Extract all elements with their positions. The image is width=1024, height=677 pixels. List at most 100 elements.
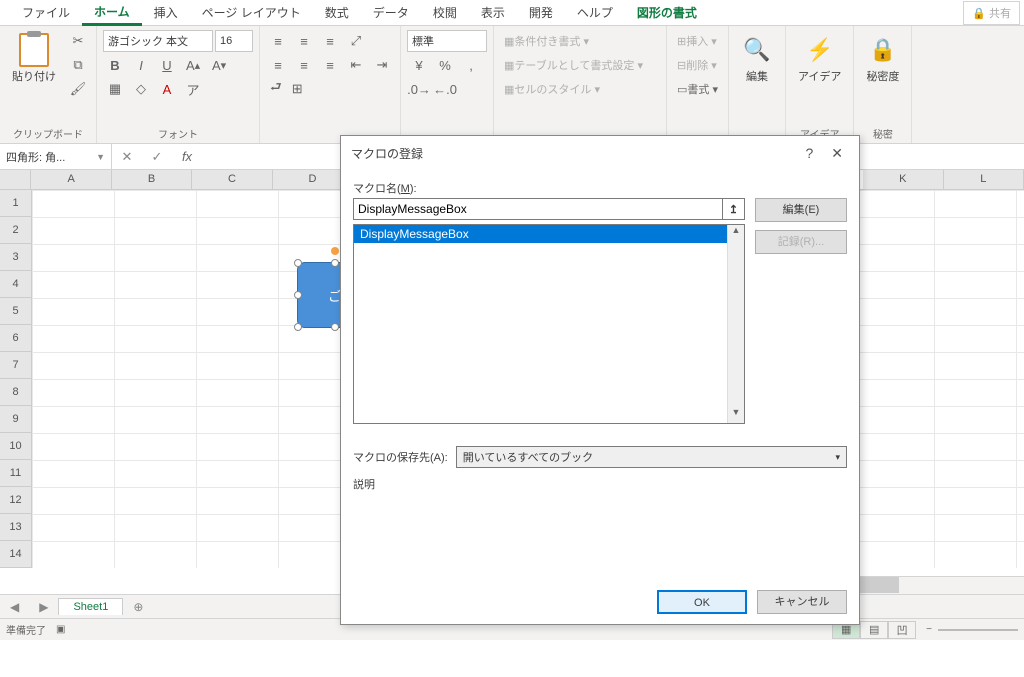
decrease-font-button[interactable]: A▾ [207, 54, 231, 76]
paste-button[interactable]: 貼り付け [6, 30, 62, 88]
row-header-8[interactable]: 8 [0, 379, 32, 406]
macro-list-item-selected[interactable]: DisplayMessageBox [354, 225, 744, 243]
increase-decimal-button[interactable]: .0→ [407, 78, 431, 100]
font-name-combo[interactable]: 游ゴシック 本文 [103, 30, 213, 52]
resize-handle-sw[interactable] [294, 323, 302, 331]
col-header-L[interactable]: L [944, 170, 1024, 190]
sheet-nav-next[interactable]: ▶ [29, 600, 58, 614]
row-header-2[interactable]: 2 [0, 217, 32, 244]
macro-name-input[interactable] [353, 198, 723, 220]
ideas-button[interactable]: ⚡ アイデア [792, 30, 847, 88]
find-select-button[interactable]: 🔍 編集 [735, 30, 779, 88]
row-header-14[interactable]: 14 [0, 541, 32, 568]
cancel-formula-button[interactable]: ✕ [112, 149, 142, 165]
rotation-handle[interactable] [331, 247, 339, 255]
number-format-combo[interactable]: 標準 [407, 30, 487, 52]
align-top-button[interactable]: ≡ [266, 30, 290, 52]
share-button[interactable]: 🔒 共有 [963, 1, 1020, 25]
select-all-corner[interactable] [0, 170, 31, 190]
col-header-A[interactable]: A [31, 170, 111, 190]
merge-button[interactable]: ⊞ [288, 78, 307, 100]
macro-store-combo[interactable]: 開いているすべてのブック ▾ [456, 446, 847, 468]
view-page-break-button[interactable]: 凹 [888, 621, 916, 639]
zoom-out-button[interactable]: − [926, 624, 932, 635]
borders-button[interactable]: ▦ [103, 78, 127, 100]
macro-record-icon[interactable]: ▣ [56, 624, 65, 635]
row-header-3[interactable]: 3 [0, 244, 32, 271]
increase-indent-button[interactable]: ⇥ [370, 54, 394, 76]
row-header-6[interactable]: 6 [0, 325, 32, 352]
collapse-dialog-button[interactable]: ↥ [723, 198, 745, 220]
align-center-button[interactable]: ≡ [292, 54, 316, 76]
tab-developer[interactable]: 開発 [517, 1, 565, 24]
fx-button[interactable]: fx [172, 149, 202, 164]
align-right-button[interactable]: ≡ [318, 54, 342, 76]
row-header-5[interactable]: 5 [0, 298, 32, 325]
name-box[interactable]: 四角形: 角... ▼ [0, 144, 112, 169]
sheet-tab-sheet1[interactable]: Sheet1 [58, 598, 123, 615]
zoom-slider[interactable] [938, 629, 1018, 631]
format-painter-button[interactable]: 🖌 [66, 78, 90, 100]
orientation-button[interactable]: ⤢ [344, 30, 368, 52]
resize-handle-nw[interactable] [294, 259, 302, 267]
macro-list[interactable]: DisplayMessageBox ▲ ▼ [353, 224, 745, 424]
tab-page-layout[interactable]: ページ レイアウト [190, 1, 313, 24]
tab-shape-format[interactable]: 図形の書式 [625, 1, 709, 24]
tab-file[interactable]: ファイル [10, 1, 82, 24]
tab-review[interactable]: 校閲 [421, 1, 469, 24]
font-color-button[interactable]: A [155, 78, 179, 100]
sheet-nav-prev[interactable]: ◀ [0, 600, 29, 614]
align-middle-button[interactable]: ≡ [292, 30, 316, 52]
dialog-help-button[interactable]: ? [793, 145, 825, 161]
row-header-7[interactable]: 7 [0, 352, 32, 379]
align-left-button[interactable]: ≡ [266, 54, 290, 76]
underline-button[interactable]: U [155, 54, 179, 76]
dialog-close-button[interactable]: ✕ [825, 145, 849, 162]
add-sheet-button[interactable]: ⊕ [123, 600, 153, 614]
italic-button[interactable]: I [129, 54, 153, 76]
decrease-decimal-button[interactable]: ←.0 [433, 78, 457, 100]
comma-button[interactable]: , [459, 54, 483, 76]
resize-handle-s[interactable] [331, 323, 339, 331]
font-size-combo[interactable]: 16 [215, 30, 253, 52]
insert-cells-button[interactable]: ⊞ 挿入 ▾ [673, 30, 721, 52]
tab-view[interactable]: 表示 [469, 1, 517, 24]
tab-formulas[interactable]: 数式 [313, 1, 361, 24]
accounting-button[interactable]: ¥ [407, 54, 431, 76]
wrap-text-button[interactable]: ⮐ [266, 78, 286, 100]
fill-color-button[interactable]: ◇ [129, 78, 153, 100]
scroll-up-icon[interactable]: ▲ [728, 225, 744, 241]
record-macro-button[interactable]: 記録(R)... [755, 230, 847, 254]
row-header-9[interactable]: 9 [0, 406, 32, 433]
row-header-1[interactable]: 1 [0, 190, 32, 217]
row-header-13[interactable]: 13 [0, 514, 32, 541]
edit-macro-button[interactable]: 編集(E) [755, 198, 847, 222]
align-bottom-button[interactable]: ≡ [318, 30, 342, 52]
tab-insert[interactable]: 挿入 [142, 1, 190, 24]
col-header-C[interactable]: C [192, 170, 272, 190]
phonetic-button[interactable]: ア [181, 78, 205, 100]
macro-list-scrollbar[interactable]: ▲ ▼ [727, 225, 744, 423]
cut-button[interactable]: ✂ [66, 30, 90, 52]
copy-button[interactable]: ⧉ [66, 54, 90, 76]
dialog-titlebar[interactable]: マクロの登録 ? ✕ [341, 136, 859, 170]
bold-button[interactable]: B [103, 54, 127, 76]
conditional-format-button[interactable]: ▦ 条件付き書式 ▾ [500, 30, 660, 52]
increase-font-button[interactable]: A▴ [181, 54, 205, 76]
ok-button[interactable]: OK [657, 590, 747, 614]
scroll-down-icon[interactable]: ▼ [728, 407, 744, 423]
col-header-B[interactable]: B [112, 170, 192, 190]
view-page-layout-button[interactable]: ▤ [860, 621, 888, 639]
format-cells-button[interactable]: ▭ 書式 ▾ [673, 78, 722, 100]
percent-button[interactable]: % [433, 54, 457, 76]
row-header-4[interactable]: 4 [0, 271, 32, 298]
resize-handle-n[interactable] [331, 259, 339, 267]
format-as-table-button[interactable]: ▦ テーブルとして書式設定 ▾ [500, 54, 660, 76]
decrease-indent-button[interactable]: ⇤ [344, 54, 368, 76]
cell-styles-button[interactable]: ▦ セルのスタイル ▾ [500, 78, 660, 100]
row-header-12[interactable]: 12 [0, 487, 32, 514]
row-header-11[interactable]: 11 [0, 460, 32, 487]
col-header-K[interactable]: K [863, 170, 943, 190]
row-header-10[interactable]: 10 [0, 433, 32, 460]
tab-data[interactable]: データ [361, 1, 421, 24]
